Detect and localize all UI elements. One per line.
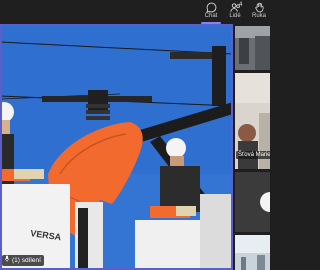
chat-button[interactable]: Chat: [198, 0, 224, 24]
meeting-window: Chat 4 Lidé Ruka VERSA (1) sdílení Šťová…: [0, 0, 270, 270]
chat-icon: [205, 0, 217, 13]
participant-video: [235, 172, 270, 232]
participant-tile[interactable]: [235, 172, 270, 232]
presenter-tag: (1) sdílení: [2, 255, 44, 266]
participant-strip: Šťová Marie: [233, 24, 270, 270]
participant-video: [235, 26, 270, 70]
video-frame: VERSA: [0, 24, 233, 270]
people-button-label: Lidé: [229, 13, 241, 19]
raise-hand-button[interactable]: Ruka: [246, 0, 270, 24]
hand-icon: [254, 0, 265, 13]
people-button[interactable]: 4 Lidé: [222, 0, 248, 24]
participant-name: Šťová Marie: [236, 151, 270, 159]
meeting-toolbar: Chat 4 Lidé Ruka: [0, 0, 270, 24]
chat-button-label: Chat: [204, 13, 218, 19]
participant-tile[interactable]: Šťová Marie: [235, 73, 270, 169]
raise-hand-label: Ruka: [251, 13, 266, 19]
main-video-stage[interactable]: VERSA: [0, 24, 233, 270]
participant-tile[interactable]: [235, 235, 270, 270]
presenter-label: (1) sdílení: [12, 257, 41, 264]
participant-tile[interactable]: [235, 26, 270, 70]
people-count: 4: [239, 2, 243, 8]
participant-video: [235, 235, 270, 270]
mic-icon: [4, 255, 10, 266]
